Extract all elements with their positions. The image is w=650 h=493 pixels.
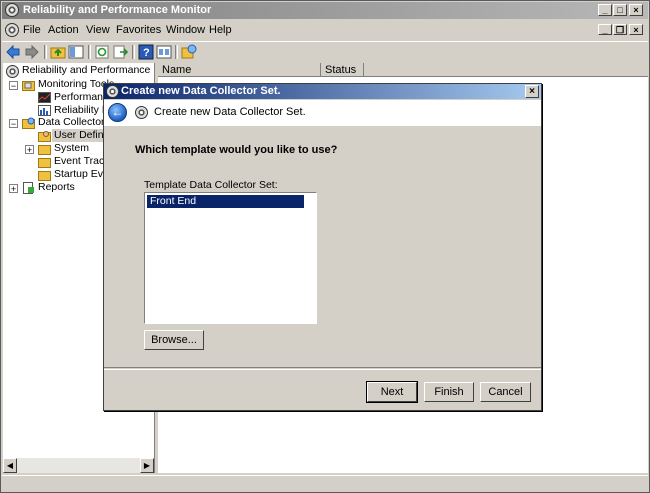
template-list-label: Template Data Collector Set: bbox=[144, 179, 278, 191]
wizard-header: ← Create new Data Collector Set. bbox=[104, 100, 541, 126]
root-node-icon bbox=[6, 65, 19, 78]
menu-window[interactable]: Window bbox=[166, 24, 205, 36]
refresh-icon[interactable] bbox=[94, 44, 110, 60]
tree-node-event-trace[interactable]: Event Trace bbox=[54, 155, 110, 168]
new-collector-icon[interactable] bbox=[181, 44, 197, 60]
toolbar-separator bbox=[44, 45, 47, 59]
wizard-icon bbox=[135, 106, 148, 119]
menu-help[interactable]: Help bbox=[209, 24, 232, 36]
child-close-button[interactable]: × bbox=[629, 24, 643, 35]
close-button[interactable]: × bbox=[629, 4, 643, 16]
dialog-title-bar[interactable]: Create new Data Collector Set. × bbox=[104, 84, 541, 99]
menu-view[interactable]: View bbox=[86, 24, 110, 36]
column-header-filler bbox=[364, 63, 648, 77]
show-hide-tree-icon[interactable] bbox=[68, 44, 84, 60]
tree-horizontal-scrollbar[interactable]: ◀ ▶ bbox=[3, 458, 154, 473]
template-item-front-end[interactable]: Front End bbox=[147, 195, 304, 208]
browse-button[interactable]: Browse... bbox=[144, 330, 204, 350]
scroll-right-button[interactable]: ▶ bbox=[140, 458, 154, 473]
menu-bar: File Action View Favorites Window Help _… bbox=[2, 21, 648, 40]
tree-node-root[interactable]: Reliability and Performance bbox=[22, 64, 150, 77]
startup-events-folder-icon bbox=[38, 171, 51, 181]
perfmon-app-icon bbox=[5, 3, 19, 17]
data-collector-folder-icon bbox=[22, 117, 35, 129]
column-header-name[interactable]: Name bbox=[158, 63, 321, 77]
expand-toggle-system[interactable]: + bbox=[25, 145, 34, 155]
scroll-left-button[interactable]: ◀ bbox=[3, 458, 17, 473]
up-folder-icon[interactable] bbox=[50, 44, 66, 60]
tree-node-reports[interactable]: Reports bbox=[38, 181, 75, 194]
child-minimize-button[interactable]: _ bbox=[598, 24, 612, 35]
folder-icon bbox=[22, 81, 35, 91]
toolbar-separator bbox=[175, 45, 178, 59]
event-trace-folder-icon bbox=[38, 158, 51, 168]
template-listbox[interactable]: Front End bbox=[144, 192, 317, 324]
tree-node-system[interactable]: System bbox=[54, 142, 89, 155]
system-menu-icon[interactable] bbox=[5, 23, 19, 37]
properties-icon[interactable] bbox=[156, 44, 172, 60]
cancel-button[interactable]: Cancel bbox=[480, 382, 531, 402]
maximize-button[interactable]: □ bbox=[613, 4, 627, 16]
status-bar bbox=[2, 475, 648, 492]
svg-text:?: ? bbox=[143, 47, 150, 59]
user-defined-icon bbox=[38, 131, 51, 142]
expand-toggle-reports[interactable]: + bbox=[9, 184, 18, 194]
template-question: Which template would you like to use? bbox=[135, 144, 338, 156]
collapse-toggle-data-collector[interactable]: − bbox=[9, 119, 18, 129]
system-folder-icon bbox=[38, 145, 51, 155]
export-list-icon[interactable] bbox=[112, 44, 128, 60]
window-title: Reliability and Performance Monitor bbox=[23, 4, 212, 16]
toolbar: ? bbox=[2, 41, 648, 62]
dialog-app-icon bbox=[106, 85, 119, 98]
help-icon[interactable]: ? bbox=[138, 44, 154, 60]
finish-button[interactable]: Finish bbox=[424, 382, 474, 402]
collapse-toggle-monitoring[interactable]: − bbox=[9, 81, 18, 91]
wizard-header-title: Create new Data Collector Set. bbox=[154, 106, 306, 118]
next-button[interactable]: Next bbox=[366, 381, 418, 403]
create-data-collector-dialog: Create new Data Collector Set. × ← Creat… bbox=[103, 83, 542, 411]
wizard-back-button[interactable]: ← bbox=[108, 103, 127, 122]
performance-monitor-icon bbox=[38, 92, 51, 103]
toolbar-separator bbox=[132, 45, 135, 59]
reports-icon bbox=[23, 182, 34, 194]
menu-action[interactable]: Action bbox=[48, 24, 79, 36]
back-arrow-icon[interactable] bbox=[5, 44, 21, 60]
child-restore-button[interactable]: ❐ bbox=[613, 24, 627, 35]
dialog-title: Create new Data Collector Set. bbox=[121, 85, 281, 97]
column-header-status[interactable]: Status bbox=[321, 63, 364, 77]
dialog-close-button[interactable]: × bbox=[525, 85, 539, 98]
minimize-button[interactable]: _ bbox=[598, 4, 612, 16]
forward-arrow-icon[interactable] bbox=[24, 44, 40, 60]
menu-file[interactable]: File bbox=[23, 24, 41, 36]
menu-favorites[interactable]: Favorites bbox=[116, 24, 161, 36]
title-bar[interactable]: Reliability and Performance Monitor _ □ … bbox=[2, 2, 648, 19]
toolbar-separator bbox=[88, 45, 91, 59]
dialog-footer-divider bbox=[104, 367, 541, 370]
